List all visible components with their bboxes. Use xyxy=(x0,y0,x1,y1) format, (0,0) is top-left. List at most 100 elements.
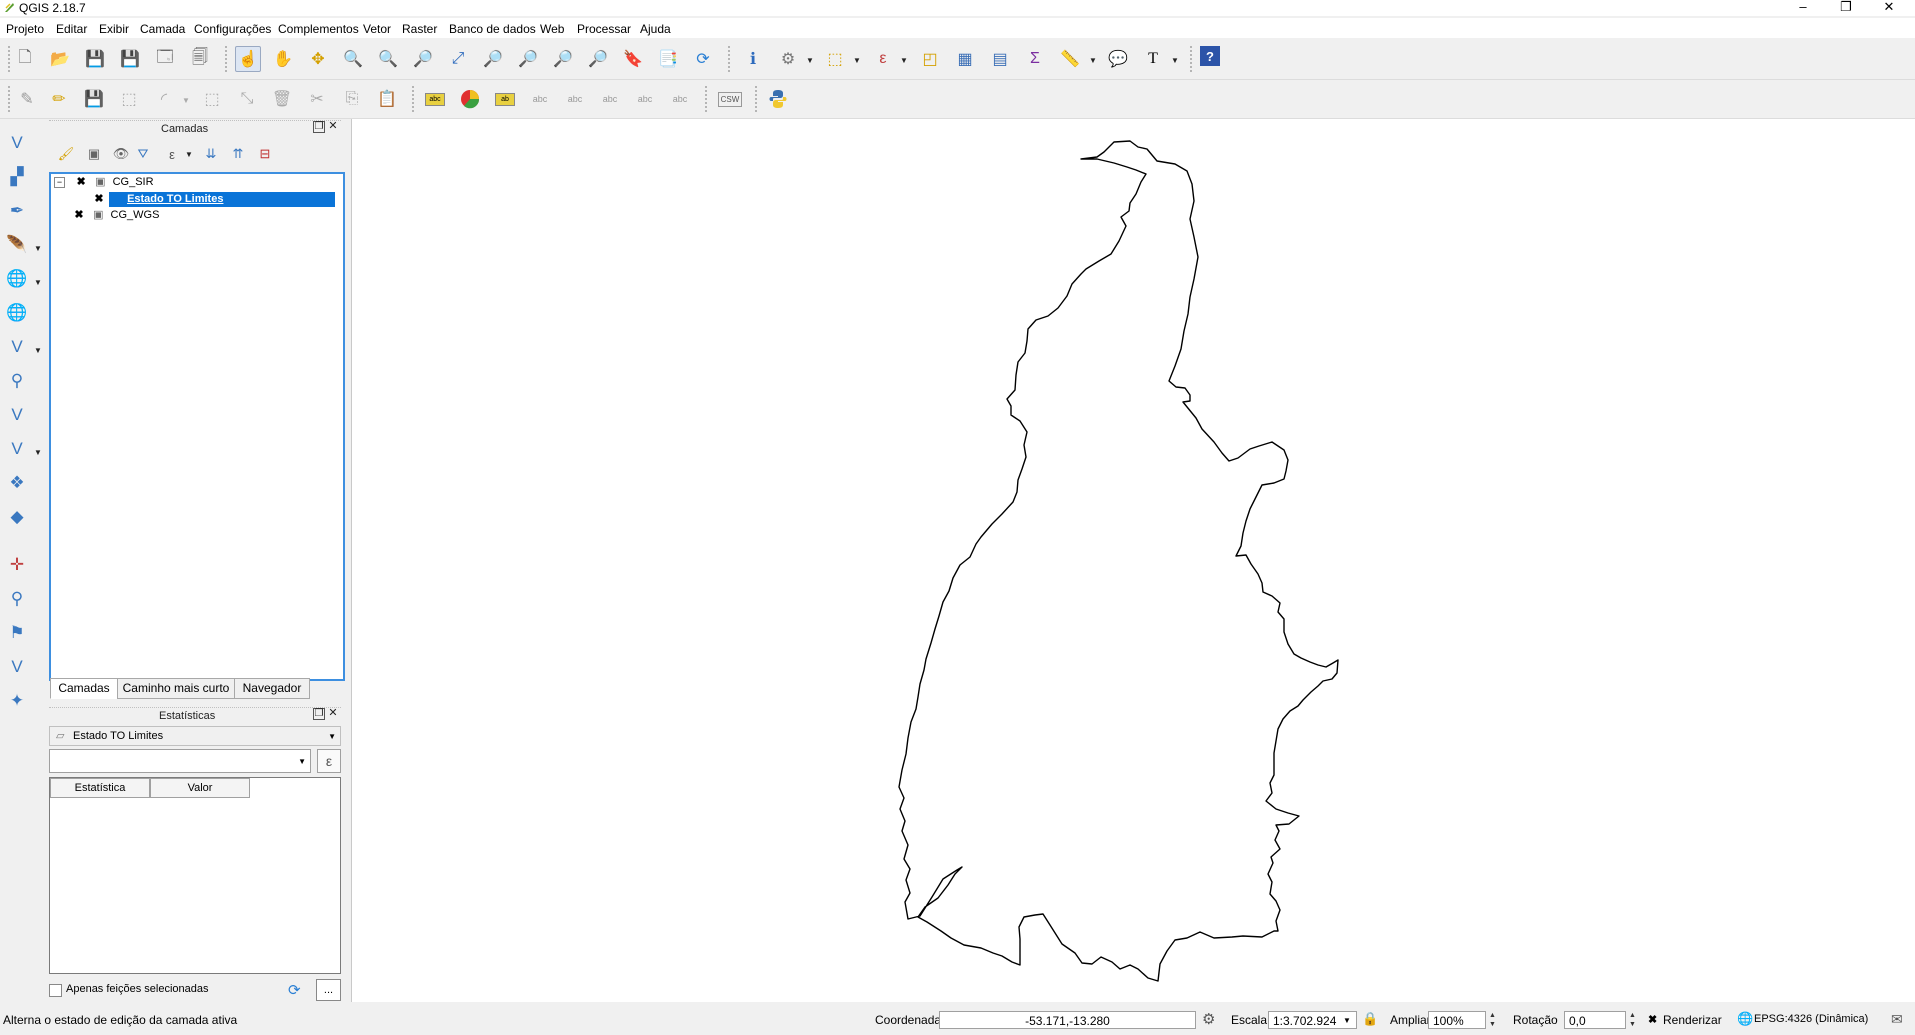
zoom-to-selection-icon[interactable]: 🔎 xyxy=(480,46,506,72)
layer-visibility-checkbox[interactable]: ✖ xyxy=(94,194,104,205)
add-wcs-layer-icon[interactable]: 🌐 xyxy=(4,300,30,326)
tab-navegador[interactable]: Navegador xyxy=(234,678,310,699)
refresh-stats-icon[interactable]: ⟳ xyxy=(288,981,301,999)
help-icon[interactable]: ? xyxy=(1200,46,1220,66)
add-feature-icon[interactable]: ⬚ xyxy=(116,86,142,112)
chevron-down-icon[interactable]: ▼ xyxy=(34,448,42,457)
collapse-all-icon[interactable]: ⇈ xyxy=(225,141,251,167)
tree-item-cg-wgs[interactable]: ✖ ▣ CG_WGS xyxy=(74,208,159,223)
zoom-native-resolution-icon[interactable]: 🔎 xyxy=(410,46,436,72)
coordinate-field[interactable]: -53.171,-13.280 xyxy=(939,1011,1196,1029)
zoom-to-layer-icon[interactable]: 🔎 xyxy=(515,46,541,72)
expand-all-icon[interactable]: ⇊ xyxy=(198,141,224,167)
delete-selected-icon[interactable]: 🗑 xyxy=(269,86,295,112)
chevron-down-icon[interactable]: ▼ xyxy=(806,56,814,65)
menu-web[interactable]: Web xyxy=(540,22,564,36)
close-window-button[interactable]: ✕ xyxy=(1866,0,1912,16)
toggle-extents-icon[interactable]: ⚙ xyxy=(1202,1010,1215,1028)
topology-checker-icon[interactable]: ✦ xyxy=(4,688,30,714)
column-header-estatistica[interactable]: Estatística xyxy=(50,778,150,798)
magnify-spinbox[interactable]: 100% xyxy=(1428,1011,1486,1029)
show-hide-labels-icon[interactable]: abc xyxy=(562,86,588,112)
layer-styling-icon[interactable]: 🖌 xyxy=(53,141,79,167)
chevron-down-icon[interactable]: ▼ xyxy=(34,244,42,253)
crs-globe-icon[interactable]: 🌐 xyxy=(1737,1011,1753,1027)
add-point-icon[interactable]: ✛ xyxy=(4,552,30,578)
close-panel-icon[interactable]: ✕ xyxy=(327,708,339,720)
map-canvas[interactable] xyxy=(351,119,1915,1002)
add-wfs-layer-icon[interactable]: V xyxy=(4,334,30,360)
measure-line-icon[interactable]: 📏 xyxy=(1057,46,1083,72)
run-feature-action-icon[interactable]: ⚙ xyxy=(775,46,801,72)
georeferencer-icon[interactable]: ⚲ xyxy=(4,586,30,612)
copy-features-icon[interactable]: ⎘ xyxy=(339,86,365,112)
stats-layer-select[interactable]: ▱ Estado TO Limites ▼ xyxy=(49,726,341,746)
deselect-features-icon[interactable]: ◰ xyxy=(917,46,943,72)
zoom-last-icon[interactable]: 🔎 xyxy=(550,46,576,72)
only-selected-checkbox[interactable] xyxy=(49,984,62,997)
identify-features-icon[interactable]: ℹ xyxy=(740,46,766,72)
close-panel-icon[interactable]: ✕ xyxy=(327,121,339,133)
zoom-full-icon[interactable]: ⤢ xyxy=(445,46,471,72)
move-label-icon[interactable]: abc xyxy=(597,86,623,112)
zoom-next-icon[interactable]: 🔎 xyxy=(585,46,611,72)
stats-table[interactable]: Estatística Valor xyxy=(49,777,341,974)
chevron-down-icon[interactable]: ▼ xyxy=(34,346,42,355)
tree-item-estado-to-limites[interactable]: ✖ Estado TO Limites xyxy=(94,192,336,207)
add-wms-layer-icon[interactable]: 🌐 xyxy=(4,266,30,292)
menu-banco-de-dados[interactable]: Banco de dados xyxy=(449,22,536,36)
chevron-down-icon[interactable]: ▼ xyxy=(34,278,42,287)
add-oracle-layer-icon[interactable]: ◆ xyxy=(4,504,30,530)
current-edits-icon[interactable]: ✎ xyxy=(14,86,40,112)
highlight-pinned-labels-icon[interactable]: ab xyxy=(492,86,518,112)
open-project-icon[interactable]: 📂 xyxy=(47,46,73,72)
menu-processar[interactable]: Processar xyxy=(577,22,631,36)
pan-map-icon[interactable]: ✋ xyxy=(270,46,296,72)
toolbar-grip[interactable] xyxy=(705,86,711,112)
layer-labeling-options-icon[interactable]: abc xyxy=(422,86,448,112)
menu-raster[interactable]: Raster xyxy=(402,22,437,36)
road-graph-icon[interactable]: V xyxy=(4,654,30,680)
move-feature-icon[interactable]: ⬚ xyxy=(199,86,225,112)
toolbar-grip[interactable] xyxy=(755,86,761,112)
chevron-down-icon[interactable]: ▼ xyxy=(185,150,193,159)
menu-configuracoes[interactable]: Configurações xyxy=(194,22,271,36)
collapse-icon[interactable]: − xyxy=(54,176,65,188)
save-project-icon[interactable]: 💾 xyxy=(82,46,108,72)
select-by-expression-icon[interactable]: ε xyxy=(870,46,896,72)
expression-button[interactable]: ε xyxy=(317,749,341,773)
render-checkbox[interactable]: ✖ xyxy=(1648,1013,1657,1026)
paste-features-icon[interactable]: 📋 xyxy=(374,86,400,112)
touch-zoom-pan-icon[interactable]: ☝ xyxy=(235,46,261,72)
layer-diagram-options-icon[interactable] xyxy=(457,86,483,112)
chevron-down-icon[interactable]: ▼ xyxy=(182,96,190,105)
zoom-in-icon[interactable]: 🔍 xyxy=(340,46,366,72)
add-group-icon[interactable]: ▣ xyxy=(81,141,107,167)
spinbox-arrows-icon[interactable]: ▲ ▼ xyxy=(1629,1011,1636,1029)
field-calculator-icon[interactable]: ▤ xyxy=(987,46,1013,72)
layers-tree[interactable]: − ✖ ▣ CG_SIR ✖ Estado TO Limites ✖ ▣ CG_… xyxy=(49,172,345,681)
statistical-summary-icon[interactable]: Σ xyxy=(1022,46,1048,72)
metasearch-csw-icon[interactable]: CSW xyxy=(717,86,743,112)
add-raster-layer-icon[interactable]: ▞ xyxy=(4,164,30,190)
text-annotation-icon[interactable]: T xyxy=(1140,46,1166,72)
new-bookmark-icon[interactable]: 🔖 xyxy=(620,46,646,72)
node-tool-icon[interactable]: ⤡ xyxy=(234,86,260,112)
open-attribute-table-icon[interactable]: ▦ xyxy=(952,46,978,72)
more-options-button[interactable]: ... xyxy=(316,979,341,1001)
menu-camada[interactable]: Camada xyxy=(140,22,185,36)
crs-status[interactable]: EPSG:4326 (Dinâmica) xyxy=(1754,1013,1868,1025)
menu-editar[interactable]: Editar xyxy=(56,22,87,36)
toolbar-grip[interactable] xyxy=(1190,46,1196,72)
add-virtual-layer-icon[interactable]: ⚲ xyxy=(4,368,30,394)
save-as-icon[interactable]: 💾 xyxy=(117,46,143,72)
add-delimited-text-layer-icon[interactable]: ✒ xyxy=(4,198,30,224)
rotation-spinbox[interactable]: 0,0 xyxy=(1564,1011,1626,1029)
toolbar-grip[interactable] xyxy=(225,46,231,72)
chevron-down-icon[interactable]: ▼ xyxy=(853,56,861,65)
tab-camadas[interactable]: Camadas xyxy=(50,678,118,699)
filter-by-expression-icon[interactable]: ε xyxy=(159,141,185,167)
add-wms-tile-icon[interactable]: ❖ xyxy=(4,470,30,496)
chevron-down-icon[interactable]: ▼ xyxy=(900,56,908,65)
add-spatialite-layer-icon[interactable]: 🪶 xyxy=(4,232,30,258)
